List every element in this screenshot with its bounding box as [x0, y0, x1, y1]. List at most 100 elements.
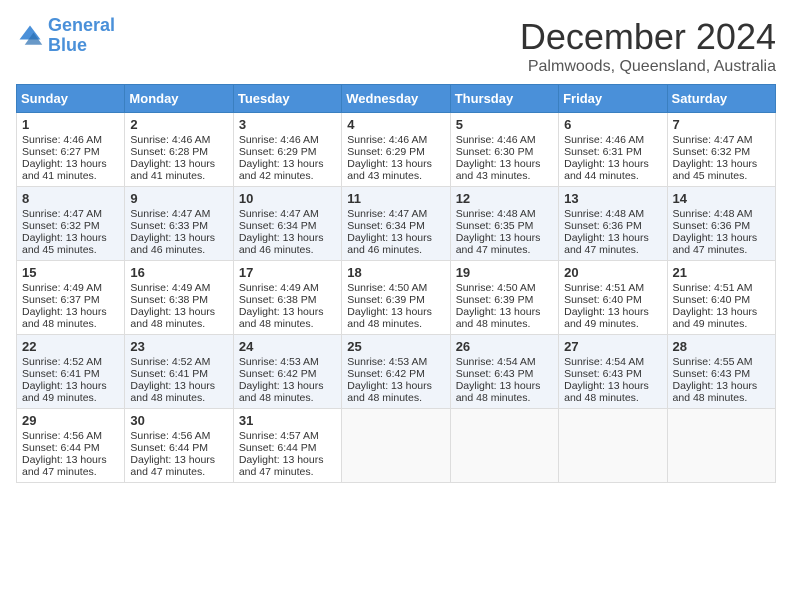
day-number: 4: [347, 117, 444, 132]
sunset-text: Sunset: 6:43 PM: [456, 368, 553, 380]
calendar-cell: 20Sunrise: 4:51 AMSunset: 6:40 PMDayligh…: [559, 261, 667, 335]
day-number: 25: [347, 339, 444, 354]
sunset-text: Sunset: 6:38 PM: [239, 294, 336, 306]
sunrise-text: Sunrise: 4:52 AM: [22, 356, 119, 368]
calendar-subtitle: Palmwoods, Queensland, Australia: [520, 58, 776, 76]
sunset-text: Sunset: 6:38 PM: [130, 294, 227, 306]
sunset-text: Sunset: 6:30 PM: [456, 146, 553, 158]
sunrise-text: Sunrise: 4:46 AM: [22, 134, 119, 146]
calendar-cell: [559, 409, 667, 483]
day-number: 24: [239, 339, 336, 354]
day-number: 18: [347, 265, 444, 280]
sunset-text: Sunset: 6:40 PM: [673, 294, 770, 306]
calendar-cell: [450, 409, 558, 483]
sunset-text: Sunset: 6:42 PM: [347, 368, 444, 380]
title-block: December 2024 Palmwoods, Queensland, Aus…: [520, 16, 776, 76]
calendar-cell: 30Sunrise: 4:56 AMSunset: 6:44 PMDayligh…: [125, 409, 233, 483]
logo: General Blue: [16, 16, 115, 56]
daylight-text: Daylight: 13 hours and 48 minutes.: [456, 306, 553, 330]
calendar-week-row: 29Sunrise: 4:56 AMSunset: 6:44 PMDayligh…: [17, 409, 776, 483]
sunset-text: Sunset: 6:34 PM: [347, 220, 444, 232]
sunset-text: Sunset: 6:32 PM: [22, 220, 119, 232]
sunset-text: Sunset: 6:39 PM: [456, 294, 553, 306]
day-number: 23: [130, 339, 227, 354]
calendar-cell: 13Sunrise: 4:48 AMSunset: 6:36 PMDayligh…: [559, 187, 667, 261]
day-number: 8: [22, 191, 119, 206]
calendar-week-row: 1Sunrise: 4:46 AMSunset: 6:27 PMDaylight…: [17, 113, 776, 187]
sunset-text: Sunset: 6:32 PM: [673, 146, 770, 158]
daylight-text: Daylight: 13 hours and 43 minutes.: [347, 158, 444, 182]
day-number: 10: [239, 191, 336, 206]
header-day-thursday: Thursday: [450, 85, 558, 113]
calendar-cell: 24Sunrise: 4:53 AMSunset: 6:42 PMDayligh…: [233, 335, 341, 409]
sunrise-text: Sunrise: 4:53 AM: [239, 356, 336, 368]
sunset-text: Sunset: 6:36 PM: [564, 220, 661, 232]
daylight-text: Daylight: 13 hours and 48 minutes.: [347, 306, 444, 330]
day-number: 19: [456, 265, 553, 280]
daylight-text: Daylight: 13 hours and 47 minutes.: [130, 454, 227, 478]
sunrise-text: Sunrise: 4:52 AM: [130, 356, 227, 368]
daylight-text: Daylight: 13 hours and 41 minutes.: [22, 158, 119, 182]
calendar-cell: 7Sunrise: 4:47 AMSunset: 6:32 PMDaylight…: [667, 113, 775, 187]
header-day-saturday: Saturday: [667, 85, 775, 113]
day-number: 11: [347, 191, 444, 206]
daylight-text: Daylight: 13 hours and 46 minutes.: [347, 232, 444, 256]
day-number: 20: [564, 265, 661, 280]
day-number: 1: [22, 117, 119, 132]
sunset-text: Sunset: 6:41 PM: [22, 368, 119, 380]
calendar-header-row: SundayMondayTuesdayWednesdayThursdayFrid…: [17, 85, 776, 113]
calendar-cell: 31Sunrise: 4:57 AMSunset: 6:44 PMDayligh…: [233, 409, 341, 483]
day-number: 5: [456, 117, 553, 132]
daylight-text: Daylight: 13 hours and 45 minutes.: [22, 232, 119, 256]
day-number: 22: [22, 339, 119, 354]
day-number: 14: [673, 191, 770, 206]
sunset-text: Sunset: 6:43 PM: [673, 368, 770, 380]
sunrise-text: Sunrise: 4:46 AM: [456, 134, 553, 146]
day-number: 13: [564, 191, 661, 206]
calendar-week-row: 22Sunrise: 4:52 AMSunset: 6:41 PMDayligh…: [17, 335, 776, 409]
calendar-cell: 11Sunrise: 4:47 AMSunset: 6:34 PMDayligh…: [342, 187, 450, 261]
sunset-text: Sunset: 6:28 PM: [130, 146, 227, 158]
daylight-text: Daylight: 13 hours and 43 minutes.: [456, 158, 553, 182]
sunrise-text: Sunrise: 4:48 AM: [673, 208, 770, 220]
calendar-cell: 15Sunrise: 4:49 AMSunset: 6:37 PMDayligh…: [17, 261, 125, 335]
sunrise-text: Sunrise: 4:46 AM: [130, 134, 227, 146]
calendar-cell: 12Sunrise: 4:48 AMSunset: 6:35 PMDayligh…: [450, 187, 558, 261]
day-number: 31: [239, 413, 336, 428]
logo-line1: General: [48, 15, 115, 35]
day-number: 27: [564, 339, 661, 354]
calendar-cell: 4Sunrise: 4:46 AMSunset: 6:29 PMDaylight…: [342, 113, 450, 187]
sunrise-text: Sunrise: 4:48 AM: [564, 208, 661, 220]
day-number: 6: [564, 117, 661, 132]
sunrise-text: Sunrise: 4:46 AM: [564, 134, 661, 146]
calendar-cell: 21Sunrise: 4:51 AMSunset: 6:40 PMDayligh…: [667, 261, 775, 335]
sunset-text: Sunset: 6:27 PM: [22, 146, 119, 158]
calendar-cell: 5 Sunrise: 4:46 AMSunset: 6:30 PMDaylight…: [450, 113, 558, 187]
sunset-text: Sunset: 6:36 PM: [673, 220, 770, 232]
day-number: 17: [239, 265, 336, 280]
daylight-text: Daylight: 13 hours and 48 minutes.: [130, 380, 227, 404]
daylight-text: Daylight: 13 hours and 48 minutes.: [22, 306, 119, 330]
sunset-text: Sunset: 6:29 PM: [239, 146, 336, 158]
day-number: 2: [130, 117, 227, 132]
calendar-cell: 29Sunrise: 4:56 AMSunset: 6:44 PMDayligh…: [17, 409, 125, 483]
sunset-text: Sunset: 6:41 PM: [130, 368, 227, 380]
day-number: 30: [130, 413, 227, 428]
sunset-text: Sunset: 6:42 PM: [239, 368, 336, 380]
calendar-cell: 28Sunrise: 4:55 AMSunset: 6:43 PMDayligh…: [667, 335, 775, 409]
daylight-text: Daylight: 13 hours and 47 minutes.: [456, 232, 553, 256]
sunrise-text: Sunrise: 4:55 AM: [673, 356, 770, 368]
logo-text: General Blue: [48, 16, 115, 56]
calendar-cell: 1 Sunrise: 4:46 AMSunset: 6:27 PMDaylight…: [17, 113, 125, 187]
sunrise-text: Sunrise: 4:46 AM: [347, 134, 444, 146]
sunset-text: Sunset: 6:33 PM: [130, 220, 227, 232]
sunset-text: Sunset: 6:44 PM: [130, 442, 227, 454]
daylight-text: Daylight: 13 hours and 49 minutes.: [564, 306, 661, 330]
daylight-text: Daylight: 13 hours and 48 minutes.: [130, 306, 227, 330]
calendar-cell: 2Sunrise: 4:46 AMSunset: 6:28 PMDaylight…: [125, 113, 233, 187]
sunrise-text: Sunrise: 4:54 AM: [456, 356, 553, 368]
page-header: General Blue December 2024 Palmwoods, Qu…: [16, 16, 776, 76]
day-number: 21: [673, 265, 770, 280]
daylight-text: Daylight: 13 hours and 48 minutes.: [347, 380, 444, 404]
sunrise-text: Sunrise: 4:47 AM: [673, 134, 770, 146]
